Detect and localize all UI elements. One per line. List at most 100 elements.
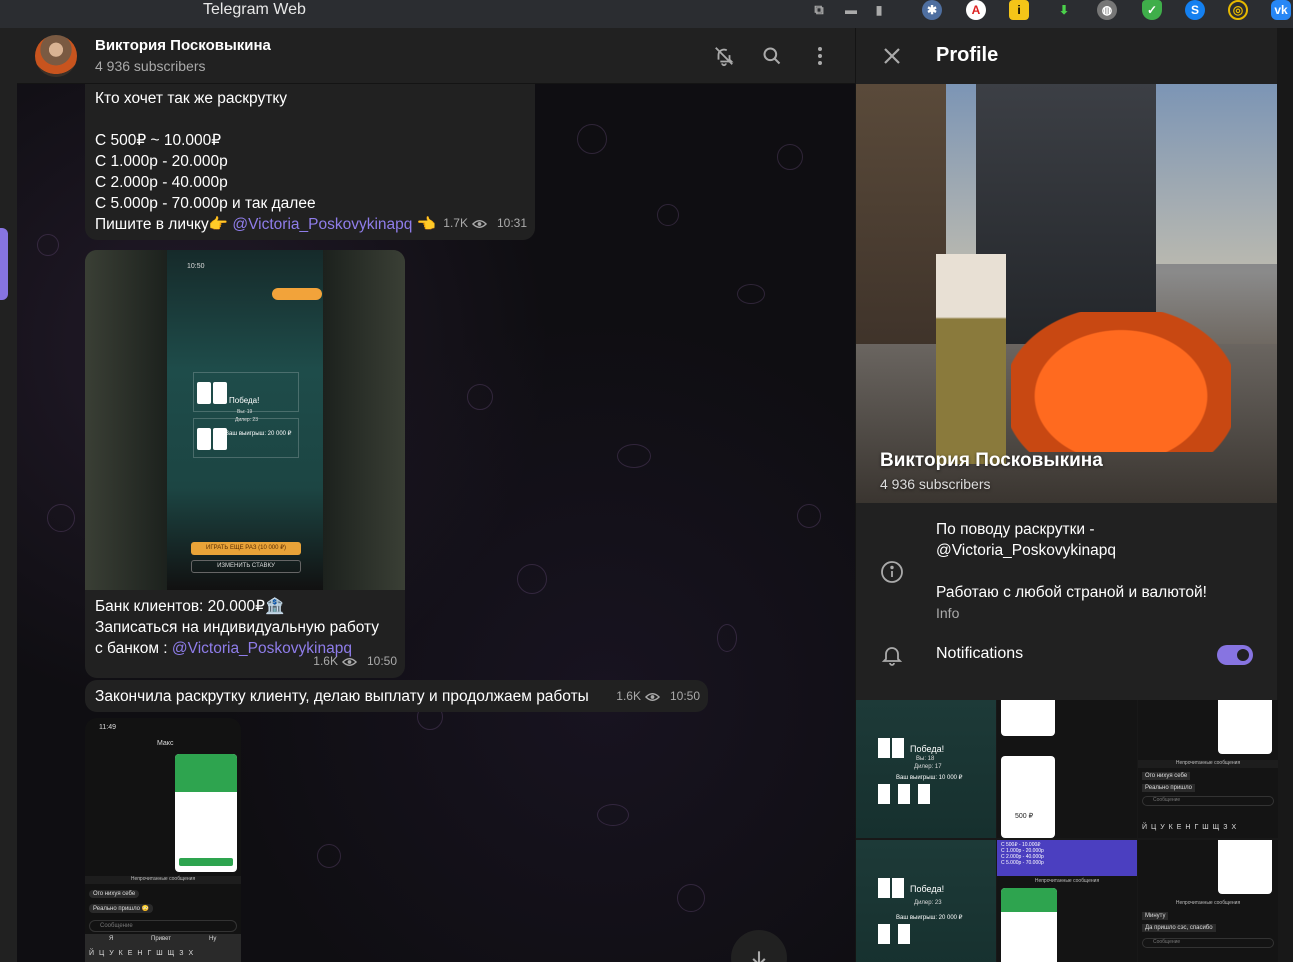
profile-panel: Profile Виктория Посковыкина 4 936 subsc… [855,28,1278,962]
message-input: Сообщение [89,920,237,932]
profile-name: Виктория Посковыкина [880,450,1103,471]
message-text: Кто хочет так же раскрутку С 500₽ ~ 10.0… [95,88,436,235]
unread-divider: Непрочитанные сообщения [1175,900,1241,906]
chat-message: Реально пришло 😳 [89,904,154,913]
chat-header[interactable]: Виктория Посковыкина 4 936 subscribers [17,28,855,84]
translate-icon[interactable]: ⧉ [809,0,829,20]
message-bubble[interactable]: Закончила раскрутку клиенту, делаю выпла… [85,680,708,712]
avatar[interactable] [35,35,77,77]
globe-icon[interactable]: ◍ [1097,0,1117,20]
search-icon[interactable] [760,44,784,68]
window-title: Telegram Web [203,1,306,18]
winnings-label: Ваш выигрыш: 20 000 ₽ [225,431,292,437]
info-icon [880,560,904,584]
eye-icon [471,219,487,228]
message-bubble[interactable]: Кто хочет так же раскрутку С 500₽ ~ 10.0… [85,84,535,240]
status-time: 10:50 [187,263,205,270]
message-time: 10:50 [366,654,397,668]
crypto-icon[interactable]: ◎ [1228,0,1248,20]
username-link[interactable]: @Victoria_Poskovykinapq [232,216,412,233]
message-line: С 1.000р - 20.000р [95,153,228,170]
message-meta: 1.7K 10:31 [443,213,527,234]
info-label: Info [936,605,960,621]
chat-title[interactable]: Виктория Посковыкина [95,37,271,54]
gallery-thumbnail[interactable]: Непрочитанные сообщения Минуту Да пришло… [1138,840,1278,962]
message-line: С 500₽ ~ 10.000₽ [95,132,222,149]
amount-label: 500 ₽ [1015,813,1034,820]
chat-background: Кто хочет так же раскрутку С 500₽ ~ 10.0… [17,84,855,962]
arrow-down-icon [752,951,766,962]
shazam-icon[interactable]: S [1185,0,1205,20]
chat-message: Минуту [1142,912,1169,920]
notifications-label[interactable]: Notifications [936,645,1023,663]
left-sidebar-strip [0,28,17,962]
message-input: Сообщение [1142,938,1274,948]
scroll-down-button[interactable] [731,930,787,962]
info-text: Работаю с любой страной и валютой! [936,584,1207,601]
gallery-thumbnail[interactable]: 500 ₽ [997,700,1137,838]
message-media[interactable]: 11:49 Макс Непрочитанные сообщения Ого н… [85,718,241,962]
gallery-thumbnail[interactable]: Непрочитанные сообщения Ого нихуя себе Р… [1138,700,1278,838]
message-time: 10:31 [496,216,527,230]
message-time: 10:50 [669,689,700,703]
unread-divider: Непрочитанные сообщения [1138,760,1278,768]
chat-message: Реально пришло [1142,784,1196,792]
chat-subscribers: 4 936 subscribers [95,58,206,74]
close-icon[interactable] [882,46,902,66]
message-text: Банк клиентов: 20.000₽🏦 Записаться на ин… [95,596,379,659]
message-media[interactable]: 10:50 Победа! Вы: 19 Дилер: 23 Ваш выигр… [85,250,405,590]
message-bubble[interactable]: 10:50 Победа! Вы: 19 Дилер: 23 Ваш выигр… [85,250,405,678]
eye-icon [341,657,357,666]
media-gallery: Победа! Вы: 18 Дилер: 17 Ваш выигрыш: 10… [856,700,1278,962]
eye-icon [644,692,660,701]
message-line: Банк клиентов: 20.000₽🏦 [95,598,285,615]
change-bet-button: ИЗМЕНИТЬ СТАВКУ [191,560,301,573]
message-input: Сообщение [1142,796,1274,806]
message-line: Пишите в личку👉 @Victoria_Poskovykinapq … [95,214,436,235]
message-line: Записаться на индивидуальную работу [95,619,380,636]
chat-message: Ого нихуя себе [89,890,140,898]
winnings-label: Ваш выигрыш: 10 000 ₽ [896,775,963,781]
puzzle-icon[interactable]: ✱ [922,0,942,20]
keyboard-row: ЙЦУКЕНГШЩЗХ [89,950,199,957]
profile-photo[interactable]: Виктория Посковыкина 4 936 subscribers [856,84,1277,503]
bookmark-icon[interactable]: ▮ [869,0,889,20]
info-username-link[interactable]: @Victoria_Poskovykinapq [936,540,1116,561]
dealer-label: Дилер: 17 [914,764,942,770]
notifications-toggle[interactable] [1217,645,1253,665]
browser-title-bar: Telegram Web ⧉ ▬ ▮ ✱ A i ⬇ ◍ ✓ S ◎ vk [0,0,1293,28]
chat-message: Да пришло сэс, спасибо [1142,924,1216,932]
keyboard-suggestion: Ну [209,936,217,942]
status-time: 11:49 [99,724,116,731]
profile-header: Profile [856,28,1278,84]
message-text-segment: Пишите в личку👉 [95,216,233,233]
message-line: Кто хочет так же раскрутку [95,90,288,107]
message-text: Закончила раскрутку клиенту, делаю выпла… [95,688,589,705]
unread-divider: Непрочитанные сообщения [85,876,241,884]
gallery-thumbnail[interactable]: Победа! Вы: 18 Дилер: 17 Ваш выигрыш: 10… [856,700,996,838]
adblock-icon[interactable]: A [966,0,986,20]
chat-message: Ого нихуя себе [1142,772,1191,780]
shield-icon[interactable]: ✓ [1142,0,1162,20]
price-line: С 5.000р - 70.000р [1001,860,1044,866]
message-meta: 1.6K 10:50 [313,651,397,672]
score-label: Вы: 18 [916,756,935,762]
more-icon[interactable] [808,44,832,68]
profile-title: Profile [936,44,999,66]
folder-marker[interactable] [0,228,8,300]
chat-icon[interactable]: ▬ [841,0,861,20]
play-again-button: ИГРАТЬ ЕЩЕ РАЗ (10 000 ₽) [191,542,301,555]
view-count: 1.6K [313,654,338,668]
gallery-thumbnail[interactable]: Победа! Дилер: 23 Ваш выигрыш: 20 000 ₽ [856,840,996,962]
mute-bell-icon[interactable] [712,44,736,68]
keyboard-suggestion: Я [109,936,114,942]
gallery-thumbnail[interactable]: С 500₽ - 10.000₽ С 1.000р - 20.000р С 2.… [997,840,1137,962]
download-icon[interactable]: ⬇ [1054,0,1074,20]
win-label: Победа! [910,744,945,754]
dealer-label: Дилер: 23 [914,900,942,906]
message-line: С 2.000р - 40.000р [95,174,228,191]
yandex-icon[interactable]: i [1009,0,1029,20]
view-count: 1.6K [616,689,641,703]
keyboard-suggestion: Привет [151,936,172,942]
vk-icon[interactable]: vk [1271,0,1291,20]
